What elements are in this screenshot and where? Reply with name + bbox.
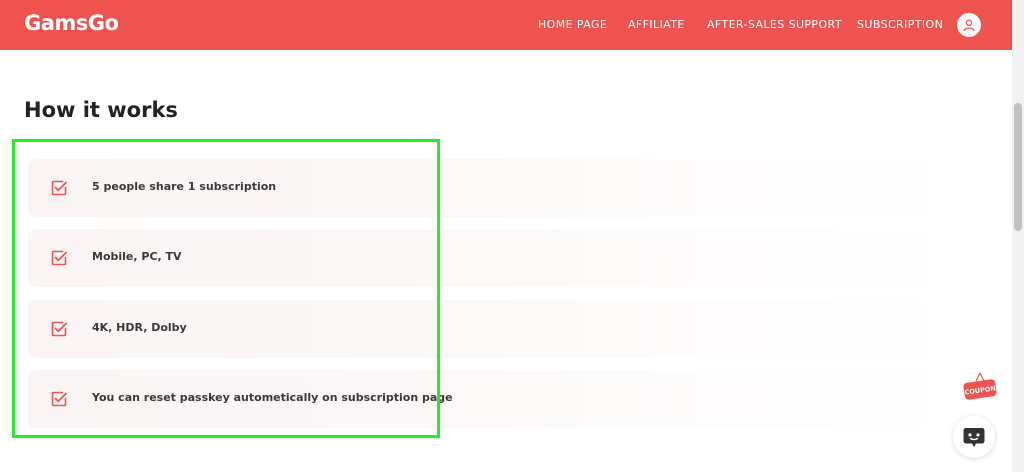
feature-text: 5 people share 1 subscription (92, 180, 277, 193)
nav-after-sales-support[interactable]: AFTER-SALES SUPPORT (707, 18, 842, 31)
feature-item: 4K, HDR, Dolby (28, 300, 958, 358)
nav-affiliate[interactable]: AFFILIATE (628, 18, 685, 31)
user-icon (963, 19, 975, 32)
nav-home-page[interactable]: HOME PAGE (538, 18, 607, 31)
feature-item: You can reset passkey autometically on s… (28, 370, 958, 428)
checkbox-checked-icon (51, 391, 67, 407)
nav-subscription[interactable]: SUBSCRIPTION (857, 18, 943, 31)
top-navigation-bar: GamsGo HOME PAGE AFFILIATE AFTER-SALES S… (0, 0, 1012, 50)
scrollbar-thumb[interactable] (1014, 103, 1022, 231)
feature-item: Mobile, PC, TV (28, 229, 958, 287)
coupon-tag-icon: COUPON (963, 372, 997, 400)
checkbox-checked-icon (51, 250, 67, 266)
gamsgo-logo[interactable]: GamsGo (24, 11, 119, 35)
chat-icon (963, 428, 985, 447)
feature-text: 4K, HDR, Dolby (92, 321, 187, 334)
section-title: How it works (24, 98, 178, 122)
chat-support-button[interactable] (953, 416, 995, 458)
feature-text: Mobile, PC, TV (92, 250, 182, 263)
page-scrollbar[interactable] (1012, 0, 1024, 472)
checkbox-checked-icon (51, 321, 67, 337)
feature-text: You can reset passkey autometically on s… (92, 391, 453, 404)
checkbox-checked-icon (51, 180, 67, 196)
user-account-button[interactable] (957, 13, 981, 37)
feature-item: 5 people share 1 subscription (28, 159, 958, 217)
coupon-tag-button[interactable]: COUPON (962, 372, 998, 402)
